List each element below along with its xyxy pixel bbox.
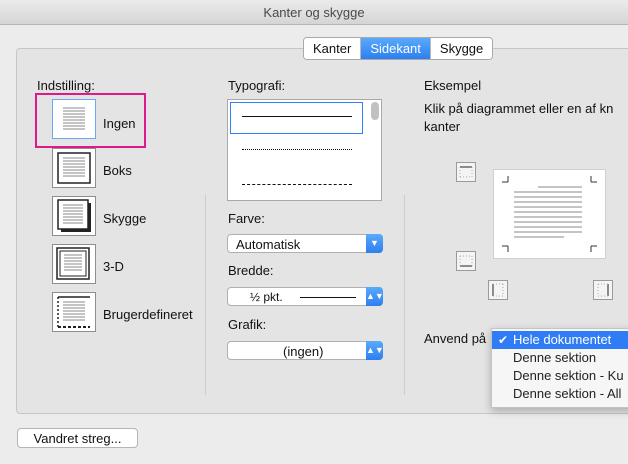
- setting-3d-label: 3-D: [103, 259, 124, 274]
- tab-kanter[interactable]: Kanter: [304, 38, 362, 59]
- column-divider-2: [404, 195, 405, 395]
- width-label: Bredde:: [228, 263, 274, 278]
- checkmark-icon: ✔: [498, 333, 509, 347]
- style-heading: Typografi:: [228, 78, 286, 93]
- bottom-border-toggle[interactable]: [456, 251, 476, 271]
- line-style-list[interactable]: [227, 99, 382, 201]
- list-scrollbar[interactable]: [371, 102, 379, 120]
- setting-heading: Indstilling:: [37, 78, 95, 93]
- setting-custom-icon[interactable]: [52, 292, 96, 332]
- window-title: Kanter og skygge: [263, 5, 365, 20]
- apply-to-label: Anvend på: [424, 331, 487, 346]
- setting-3d-icon[interactable]: [52, 244, 96, 284]
- tab-skygge[interactable]: Skygge: [430, 38, 493, 59]
- apply-option-whole-document[interactable]: ✔ Hele dokumentet: [492, 331, 628, 349]
- apply-option-this-section[interactable]: Denne sektion: [492, 349, 628, 367]
- page-custom-icon: [57, 296, 90, 328]
- art-popup[interactable]: (ingen) ▲▼: [227, 341, 384, 360]
- page-shadow-icon: [57, 199, 91, 232]
- left-border-toggle[interactable]: [488, 280, 508, 300]
- width-sample-line: [300, 297, 356, 298]
- art-label: Grafik:: [228, 317, 267, 332]
- preview-instructions-line2: kanter: [424, 119, 461, 134]
- top-border-icon: [459, 166, 473, 178]
- chevron-updown-icon: ▲▼: [366, 341, 384, 360]
- preview-heading: Eksempel: [424, 78, 482, 93]
- chevron-updown-icon: ▲▼: [366, 287, 384, 306]
- setting-shadow-icon[interactable]: [52, 196, 96, 236]
- horizontal-line-button[interactable]: Vandret streg...: [17, 428, 138, 448]
- bottom-border-icon: [459, 255, 473, 267]
- color-label: Farve:: [228, 211, 265, 226]
- left-border-icon: [492, 283, 504, 297]
- width-value: ½ pkt.: [250, 290, 283, 304]
- preview-diagram[interactable]: [493, 169, 606, 259]
- line-style-dotted[interactable]: [242, 149, 352, 150]
- apply-option-section-all[interactable]: Denne sektion - All: [492, 385, 628, 403]
- top-border-toggle[interactable]: [456, 162, 476, 182]
- line-style-selected: [230, 102, 363, 134]
- tab-sidekant[interactable]: Sidekant: [361, 38, 431, 59]
- width-popup[interactable]: ½ pkt. ▲▼: [227, 287, 384, 306]
- line-style-dashed[interactable]: [242, 184, 352, 185]
- apply-option-section-first[interactable]: Denne sektion - Ku: [492, 367, 628, 385]
- tab-bar: Kanter Sidekant Skygge: [303, 37, 494, 60]
- right-border-toggle[interactable]: [593, 280, 613, 300]
- color-popup[interactable]: Automatisk ▼: [227, 234, 383, 253]
- setting-shadow-label: Skygge: [103, 211, 147, 226]
- page-box-icon: [57, 152, 91, 184]
- column-divider: [205, 195, 206, 395]
- selection-highlight: [35, 93, 146, 148]
- preview-page-icon: [502, 176, 597, 252]
- preview-instructions-line1: Klik på diagrammet eller en af kn: [424, 101, 614, 116]
- color-value: Automatisk: [236, 237, 301, 252]
- setting-box-icon[interactable]: [52, 148, 96, 188]
- art-value: (ingen): [283, 344, 324, 359]
- page-3d-icon: [56, 247, 90, 280]
- title-bar: Kanter og skygge: [0, 0, 628, 25]
- right-border-icon: [597, 283, 609, 297]
- setting-custom-label: Brugerdefineret: [103, 307, 193, 322]
- chevron-down-icon: ▼: [366, 234, 383, 253]
- setting-box-label: Boks: [103, 163, 132, 178]
- line-style-solid[interactable]: [242, 116, 352, 117]
- apply-to-menu[interactable]: ✔ Hele dokumentet Denne sektion Denne se…: [491, 328, 628, 408]
